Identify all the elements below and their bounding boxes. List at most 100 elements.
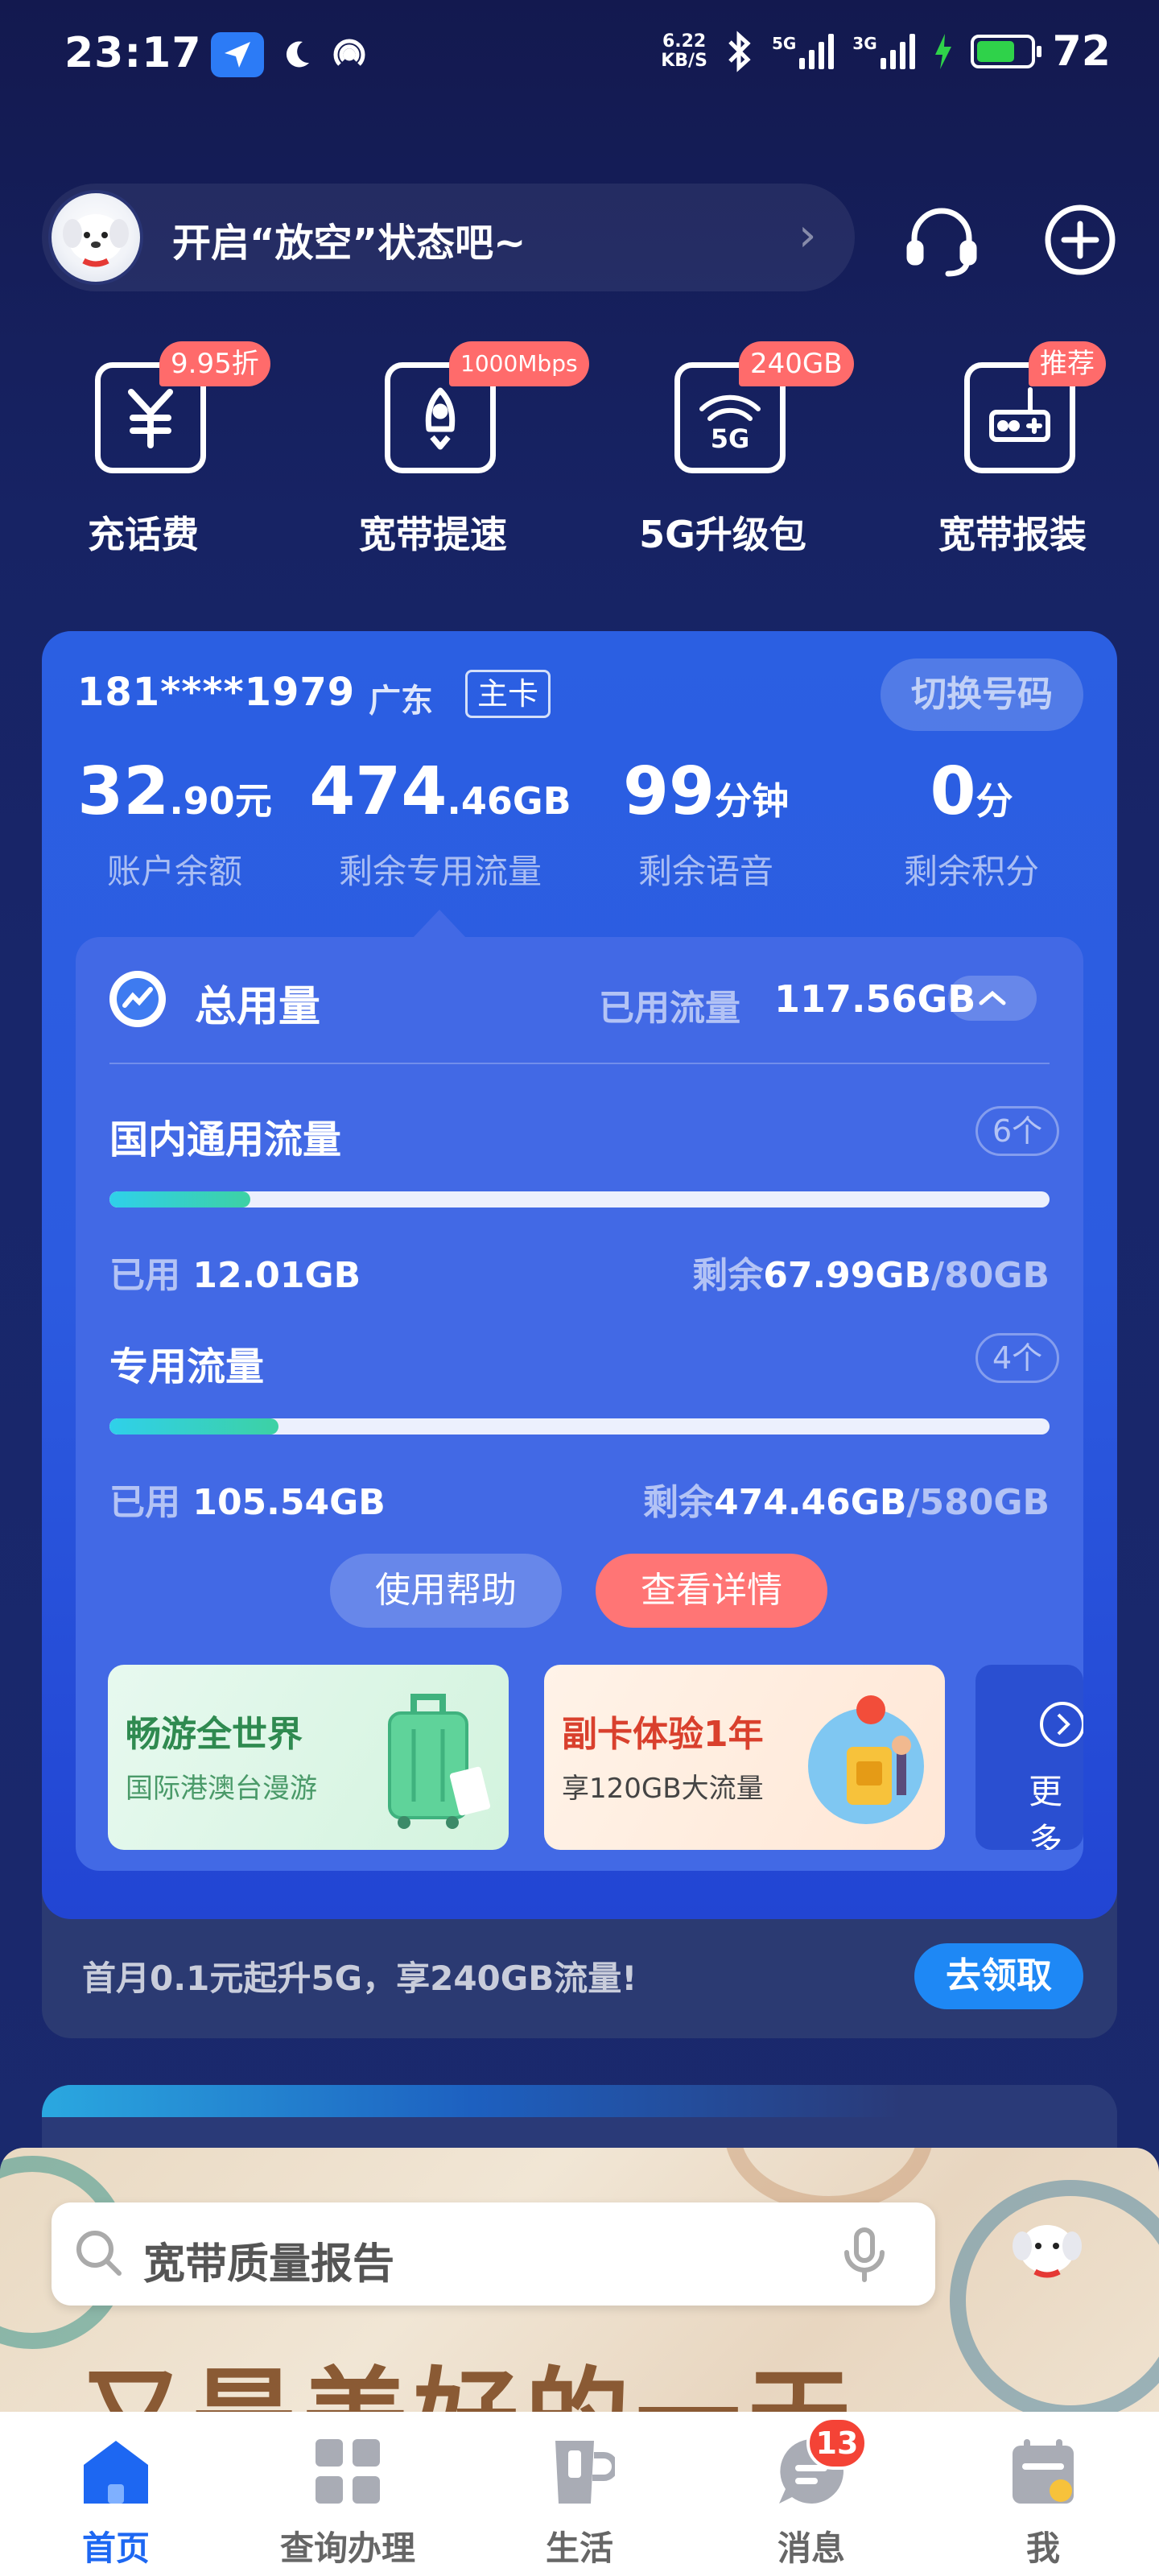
stat-dedicated-data[interactable]: 474.46GB 剩余专用流量 xyxy=(307,752,573,894)
quick-action-badge: 240GB xyxy=(739,341,854,386)
tab-query[interactable]: 查询办理 xyxy=(251,2428,444,2573)
stat-balance[interactable]: 32.90元 账户余额 xyxy=(42,752,307,894)
used-data-label: 已用流量 xyxy=(599,988,740,1029)
net-speed-value: 6.22 xyxy=(662,31,707,52)
quick-action-5g-package[interactable]: 5G 240GB 5G升级包 xyxy=(618,341,854,564)
used-value: 12.01GB xyxy=(192,1255,361,1296)
search-input[interactable]: 宽带质量报告 xyxy=(52,2202,935,2306)
quick-action-broadband-speedup[interactable]: 1000Mbps 宽带提速 xyxy=(328,341,589,564)
used-label: 已用 xyxy=(109,1482,180,1523)
stat-points[interactable]: 0分 剩余积分 xyxy=(839,752,1104,894)
usage-chart-icon xyxy=(109,971,166,1027)
stat-unit: GB xyxy=(512,779,571,823)
main-card-tag: 主卡 xyxy=(465,670,551,718)
battery-percent: 72 xyxy=(1052,27,1111,76)
quick-action-label: 5G升级包 xyxy=(639,513,806,556)
signal-5g-label: 5G xyxy=(771,34,797,53)
promo-roaming[interactable]: 畅游全世界 国际港澳台漫游 xyxy=(108,1665,509,1850)
tab-life[interactable]: 生活 xyxy=(483,2428,676,2573)
used-value: 105.54GB xyxy=(192,1482,386,1523)
used-data-value: 117.56GB xyxy=(774,977,976,1021)
stat-unit: 分钟 xyxy=(715,779,790,823)
signal-3g: 3G xyxy=(852,34,915,69)
used-amount: 已用 12.01GB xyxy=(109,1246,361,1298)
promo-title: 畅游全世界 xyxy=(126,1714,303,1755)
tab-label: 生活 xyxy=(545,2529,613,2568)
signal-5g: 5G xyxy=(772,34,835,69)
tab-home[interactable]: 首页 xyxy=(19,2428,212,2573)
quick-action-label: 宽带报装 xyxy=(938,513,1087,556)
tab-label: 查询办理 xyxy=(279,2529,415,2568)
battery-icon xyxy=(970,35,1041,68)
grid-icon xyxy=(316,2439,380,2504)
stat-unit: 元 xyxy=(234,779,272,823)
sim-card-icon xyxy=(808,1695,924,1824)
package-count-badge[interactable]: 4个 xyxy=(975,1333,1060,1383)
promo-secondary-card[interactable]: 副卡体验1年 享120GB大流量 xyxy=(544,1665,945,1850)
remain-value: 474.46GB xyxy=(713,1482,907,1523)
navigation-icon xyxy=(211,32,264,77)
signal-3g-label: 3G xyxy=(852,34,877,53)
mascot-icon xyxy=(1013,2225,1082,2278)
status-time: 23:17 xyxy=(64,29,202,77)
chevron-right-icon: › xyxy=(798,209,817,262)
section-title: 国内通用流量 xyxy=(109,1117,342,1162)
luggage-icon xyxy=(388,1694,491,1829)
quick-action-recharge[interactable]: 9.95折 充话费 xyxy=(39,341,270,564)
search-icon xyxy=(76,2231,122,2276)
calendar-sign-icon xyxy=(1013,2439,1074,2504)
bluetooth-icon xyxy=(728,31,751,72)
used-label: 已用 xyxy=(109,1255,180,1296)
view-details-button[interactable]: 查看详情 xyxy=(596,1554,827,1628)
quick-action-broadband-install[interactable]: 推荐 宽带报装 xyxy=(908,341,1117,564)
svg-text:5G: 5G xyxy=(711,423,750,454)
tab-me[interactable]: 我 xyxy=(947,2428,1140,2573)
remain-label: 剩余 xyxy=(642,1482,714,1523)
claim-offer-button[interactable]: 去领取 xyxy=(914,1943,1083,2009)
used-amount: 已用 105.54GB xyxy=(109,1473,386,1525)
quick-action-label: 充话费 xyxy=(88,513,199,556)
package-count-badge[interactable]: 6个 xyxy=(975,1106,1060,1156)
stat-label: 剩余语音 xyxy=(637,852,773,891)
progress-bar xyxy=(109,1191,1050,1208)
stat-value: 32 xyxy=(77,753,170,830)
collapse-button[interactable] xyxy=(948,976,1037,1021)
promo-more[interactable]: 更多 xyxy=(975,1665,1083,1850)
quick-action-badge: 1000Mbps xyxy=(449,341,589,386)
usage-help-button[interactable]: 使用帮助 xyxy=(330,1554,562,1628)
usage-title: 总用量 xyxy=(195,983,321,1031)
phone-number: 181****1979 xyxy=(77,670,356,715)
account-card: 181****1979 广东 主卡 切换号码 32.90元 账户余额 474.4… xyxy=(42,631,1117,1919)
customer-service-icon[interactable] xyxy=(903,203,980,280)
divider xyxy=(109,1063,1050,1064)
remaining-amount: 剩余67.99GB/80GB xyxy=(692,1246,1050,1298)
avatar[interactable] xyxy=(48,190,143,285)
stat-voice[interactable]: 99分钟 剩余语音 xyxy=(573,752,839,894)
stat-decimal: .90 xyxy=(169,779,235,823)
header-status-text[interactable]: 开启“放空”状态吧~ xyxy=(172,211,526,267)
signal-icon xyxy=(880,34,915,69)
promo-title: 副卡体验1年 xyxy=(562,1714,764,1755)
hotspot-icon xyxy=(325,32,373,77)
net-speed-unit: KB/S xyxy=(661,51,707,71)
quick-action-badge: 推荐 xyxy=(1029,341,1106,386)
province: 广东 xyxy=(369,683,433,720)
quick-action-badge: 9.95折 xyxy=(159,341,270,386)
stat-decimal: .46 xyxy=(447,779,513,823)
total-value: /80GB xyxy=(931,1255,1050,1296)
switch-number-button[interactable]: 切换号码 xyxy=(881,658,1083,731)
remaining-amount: 剩余474.46GB/580GB xyxy=(643,1473,1050,1525)
tab-label: 消息 xyxy=(777,2529,845,2568)
add-icon[interactable] xyxy=(1043,203,1117,277)
moon-icon xyxy=(272,32,320,77)
stat-value: 474 xyxy=(309,753,448,830)
promo-more-label: 更多 xyxy=(1029,1772,1063,1850)
quick-action-label: 宽带提速 xyxy=(359,513,507,556)
tab-label: 我 xyxy=(1025,2529,1060,2568)
microphone-icon[interactable] xyxy=(840,2227,889,2283)
promo-subtitle: 国际港澳台漫游 xyxy=(126,1773,317,1805)
search-text: 宽带质量报告 xyxy=(143,2240,395,2289)
remain-value: 67.99GB xyxy=(763,1255,932,1296)
remain-label: 剩余 xyxy=(692,1255,764,1296)
usage-panel: 总用量 已用流量 117.56GB 国内通用流量 6个 已用 12.01GB 剩… xyxy=(76,937,1083,1871)
